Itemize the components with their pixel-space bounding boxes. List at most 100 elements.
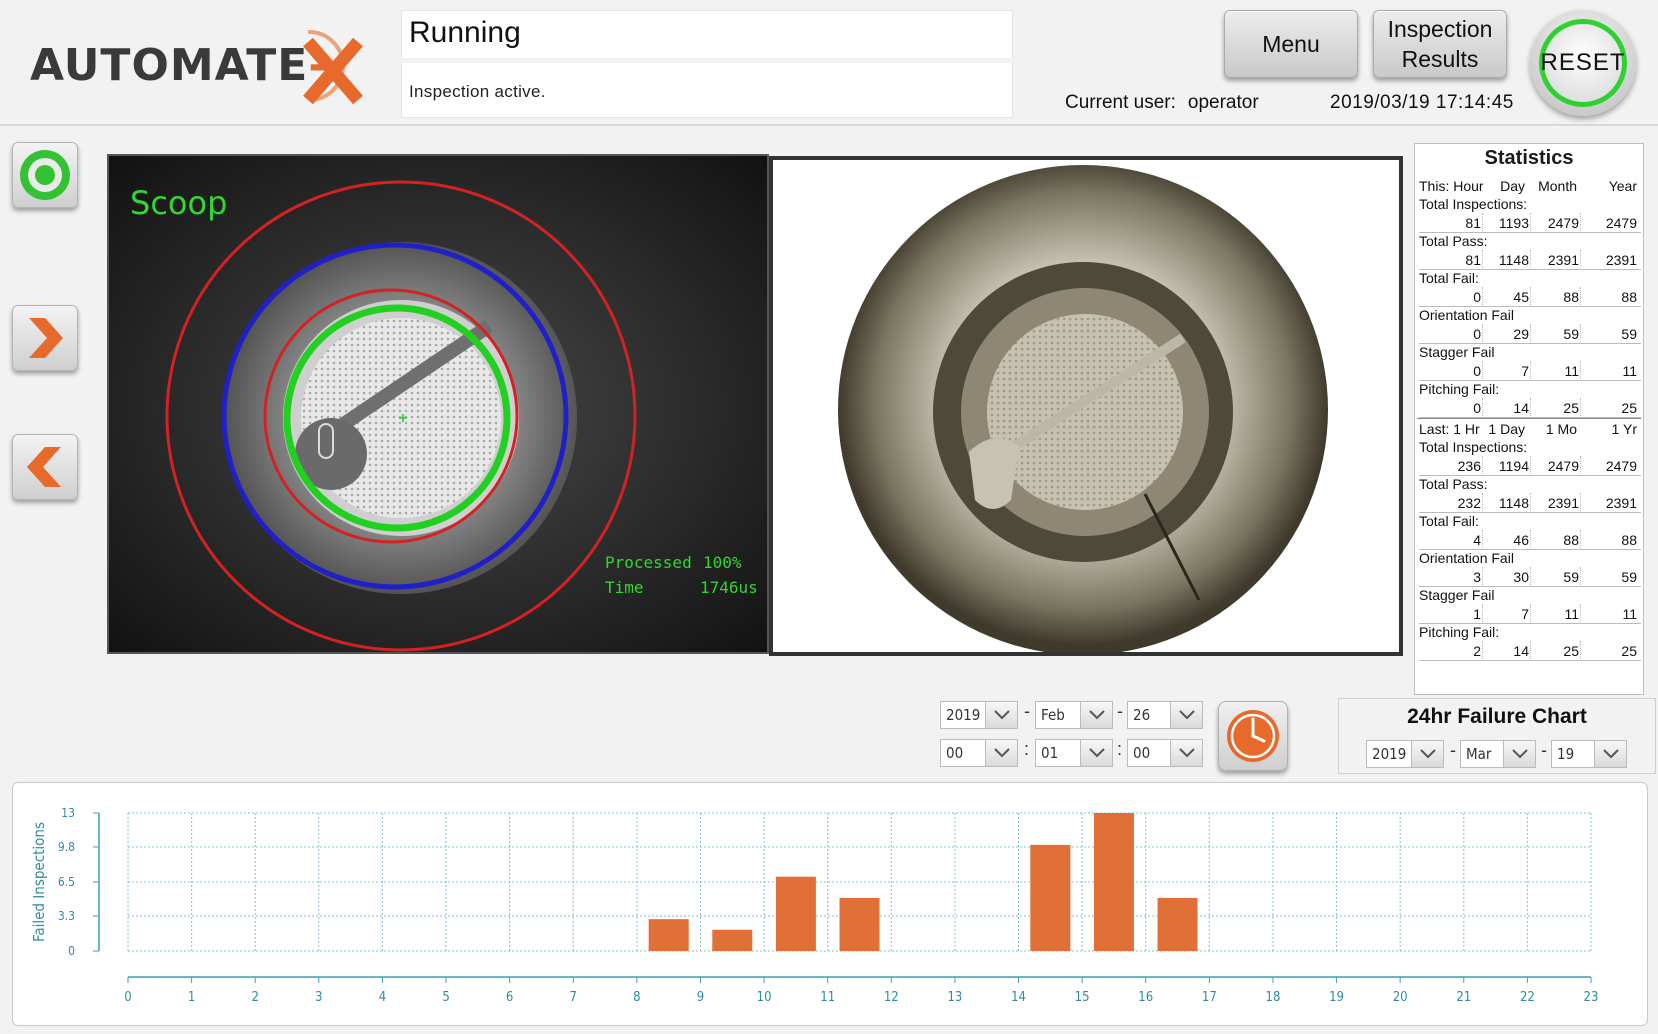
x-tick-label: 3 — [315, 990, 322, 1005]
inspection-type-label: Scoop — [130, 184, 228, 222]
chevron-down-icon — [1503, 741, 1535, 767]
failure-chart-day-select[interactable]: 19 — [1551, 740, 1627, 768]
statistics-value: 236 — [1457, 458, 1481, 474]
y-tick-label: 13 — [61, 806, 75, 820]
statistics-value: 11 — [1622, 606, 1637, 622]
statistics-value: 2479 — [1547, 215, 1579, 231]
statistics-value: 11 — [1622, 363, 1637, 379]
statistics-row-label: Total Inspections: — [1419, 439, 1528, 455]
statistics-value: 59 — [1621, 326, 1637, 342]
x-tick-label: 12 — [884, 990, 899, 1005]
chevron-down-icon — [1411, 741, 1443, 767]
statistics-value: 81 — [1465, 215, 1481, 231]
statistics-value: 7 — [1521, 363, 1529, 379]
bar-hour-16 — [1157, 897, 1198, 951]
statistics-panel: Statistics This: Hour Day Month Year Total I… — [1414, 143, 1644, 695]
statistics-value: 88 — [1621, 532, 1637, 548]
inspection-results-button[interactable]: Inspection Results — [1373, 10, 1507, 78]
statistics-column-header: 1 Yr — [1611, 421, 1637, 437]
camera-view-processed — [107, 154, 769, 654]
range-day-select[interactable]: 26 — [1127, 701, 1203, 729]
statistics-row-values: 4 46 88 88 — [1419, 530, 1641, 550]
statistics-value: 4 — [1473, 532, 1481, 548]
x-tick-label: 9 — [697, 990, 704, 1005]
statistics-value: 0 — [1473, 400, 1481, 416]
inspection-results-label: Inspection Results — [1387, 16, 1493, 72]
x-tick-label: 15 — [1075, 990, 1090, 1005]
statistics-header-row: Last: 1 Hr 1 Day 1 Mo 1 Yr — [1419, 420, 1641, 438]
statistics-value: 25 — [1563, 400, 1579, 416]
statistics-column-header: This: Hour — [1419, 178, 1484, 194]
x-tick-label: 22 — [1520, 990, 1535, 1005]
statistics-row-label: Pitching Fail: — [1419, 624, 1500, 640]
y-axis-label: Failed Inspections — [30, 822, 48, 942]
statistics-row-label: Total Inspections: — [1419, 196, 1528, 212]
y-tick-label: 0 — [68, 944, 75, 958]
chevron-down-icon — [985, 702, 1017, 728]
bar-hour-10 — [775, 876, 816, 951]
bar-hour-14 — [1030, 844, 1071, 951]
x-tick-label: 6 — [506, 990, 513, 1005]
statistics-column-header: 1 Mo — [1545, 421, 1577, 437]
range-year-select[interactable]: 2019 — [940, 701, 1018, 729]
statistics-value: 88 — [1621, 289, 1637, 305]
statistics-header-row: This: Hour Day Month Year — [1419, 177, 1641, 195]
processed-label: Processed — [605, 553, 692, 572]
start-inspection-button[interactable] — [12, 142, 78, 208]
statistics-value: 25 — [1563, 643, 1579, 659]
statistics-value: 1148 — [1498, 495, 1529, 511]
y-tick-label: 6.5 — [58, 875, 75, 889]
statistics-value: 81 — [1465, 252, 1481, 268]
chevron-down-icon — [1594, 741, 1626, 767]
statistics-row-label: Total Pass: — [1419, 233, 1488, 249]
statistics-value: 3 — [1473, 569, 1481, 585]
x-tick-label: 0 — [124, 990, 131, 1005]
processed-image — [109, 156, 767, 652]
x-tick-label: 18 — [1266, 990, 1281, 1005]
range-month-select[interactable]: Feb — [1035, 701, 1113, 729]
statistics-title: Statistics — [1484, 147, 1574, 169]
failure-chart-month-select[interactable]: Mar — [1460, 740, 1536, 768]
current-user-name: operator — [1187, 92, 1259, 113]
statistics-row-label: Orientation Fail — [1419, 550, 1514, 566]
menu-button[interactable]: Menu — [1224, 10, 1358, 78]
previous-image-button[interactable] — [12, 434, 78, 500]
x-tick-label: 1 — [188, 990, 195, 1005]
statistics-row-values: 1 7 11 11 — [1419, 604, 1641, 624]
range-minute-select[interactable]: 01 — [1035, 739, 1113, 767]
failure-chart-year-select[interactable]: 2019 — [1366, 740, 1444, 768]
statistics-row-values: 0 45 88 88 — [1419, 287, 1641, 307]
statistics-value: 59 — [1563, 569, 1579, 585]
x-tick-label: 8 — [633, 990, 640, 1005]
y-tick-label: 3.3 — [58, 909, 75, 923]
x-tick-label: 23 — [1584, 990, 1599, 1005]
x-tick-label: 5 — [442, 990, 449, 1005]
statistics-value: 0 — [1473, 326, 1481, 342]
statistics-value: 0 — [1473, 289, 1481, 305]
statistics-value: 29 — [1513, 326, 1529, 342]
statistics-value: 2479 — [1547, 458, 1579, 474]
statistics-row-label: Total Fail: — [1419, 270, 1479, 286]
reset-button[interactable]: RESET — [1530, 10, 1636, 116]
failure-chart-date-separator: - — [1450, 740, 1456, 760]
statistics-row-values: 2 14 25 25 — [1419, 641, 1641, 661]
statistics-row-label: Orientation Fail — [1419, 307, 1514, 323]
apply-time-range-button[interactable] — [1218, 701, 1288, 771]
x-tick-label: 7 — [570, 990, 577, 1005]
record-icon — [20, 150, 70, 200]
logo-x-mark — [303, 29, 363, 105]
next-image-button[interactable] — [12, 305, 78, 371]
failure-chart-date-separator: - — [1541, 740, 1547, 760]
statistics-row-values: 232 1148 2391 2391 — [1419, 493, 1641, 513]
x-tick-label: 11 — [820, 990, 835, 1005]
status-title: Running — [409, 16, 521, 49]
statistics-row-values: 81 1193 2479 2479 — [1419, 213, 1641, 233]
x-tick-label: 21 — [1456, 990, 1471, 1005]
bar-hour-11 — [839, 897, 880, 951]
x-tick-label: 2 — [251, 990, 258, 1005]
statistics-value: 2391 — [1547, 495, 1579, 511]
range-hour-select[interactable]: 00 — [940, 739, 1018, 767]
statistics-column-header: Month — [1538, 178, 1577, 194]
bar-hour-8 — [648, 919, 689, 951]
range-second-select[interactable]: 00 — [1127, 739, 1203, 767]
